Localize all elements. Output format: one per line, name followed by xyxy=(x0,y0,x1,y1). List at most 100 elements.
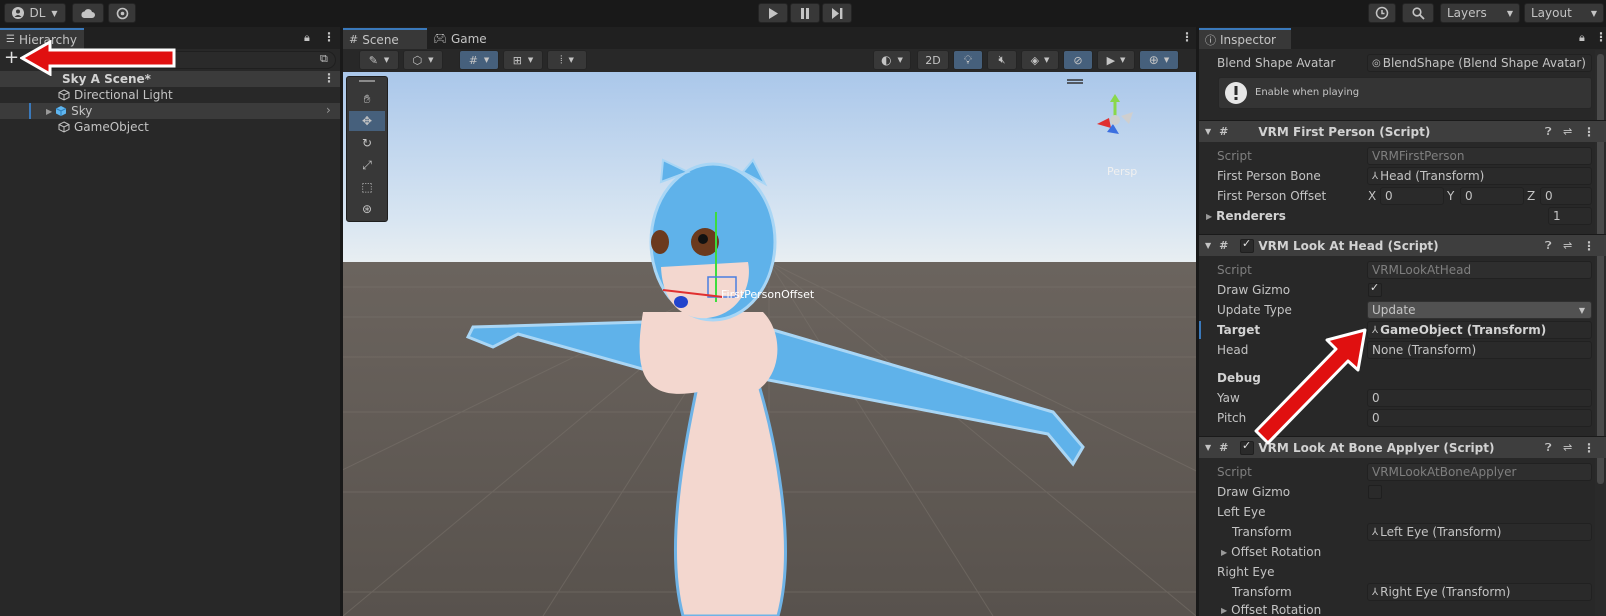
search-button[interactable] xyxy=(1402,3,1434,23)
blend-shape-avatar-field[interactable]: ◎ BlendShape (Blend Shape Avatar) xyxy=(1367,54,1592,72)
pause-button[interactable] xyxy=(790,3,820,23)
expand-arrow-icon[interactable]: ▼ xyxy=(1205,241,1211,250)
expand-arrow-icon[interactable]: ▼ xyxy=(1205,127,1211,136)
help-icon[interactable]: ❓︎ xyxy=(1545,125,1552,139)
render-mode-dropdown[interactable]: ⬡ ▼ xyxy=(403,50,443,70)
more-options-icon[interactable]: ⋮ xyxy=(323,30,335,44)
chevron-right-icon[interactable]: › xyxy=(326,103,331,117)
lock-icon[interactable]: 🔒︎ xyxy=(304,31,310,45)
toggle-2d-button[interactable]: 2D xyxy=(917,50,949,70)
account-button[interactable]: DL ▼ xyxy=(4,3,66,23)
audio-toggle[interactable]: 🔇︎ xyxy=(987,50,1017,70)
layers-dropdown[interactable]: Layers ▼ xyxy=(1440,3,1520,23)
transform-tool-button[interactable]: ⊛ xyxy=(349,199,385,219)
scrollbar-thumb[interactable] xyxy=(1597,54,1604,484)
more-options-icon[interactable]: ⋮ xyxy=(1583,239,1595,253)
history-button[interactable] xyxy=(1368,3,1396,23)
pitch-field[interactable]: 0 xyxy=(1367,409,1592,427)
tab-inspector[interactable]: ⓘ Inspector xyxy=(1199,28,1291,49)
chevron-down-icon: ▼ xyxy=(1590,8,1597,18)
gizmos-dropdown[interactable]: ⊕ ▼ xyxy=(1139,50,1179,70)
expand-arrow-icon[interactable]: ▼ xyxy=(1205,443,1211,452)
effects-dropdown[interactable]: ◈ ▼ xyxy=(1021,50,1059,70)
expand-arrow-icon[interactable]: ▶ xyxy=(46,107,52,116)
renderers-count-field[interactable]: 1 xyxy=(1548,207,1592,225)
ruler-dropdown[interactable]: ⦙ ▼ xyxy=(547,50,587,70)
projection-label[interactable]: Persp xyxy=(1107,165,1137,178)
list-item[interactable]: ▶ Sky › xyxy=(0,103,340,119)
cloud-button[interactable] xyxy=(72,3,104,23)
field-label: Transform xyxy=(1232,585,1292,599)
look-at-head-component-header[interactable]: ▼ # ✓ VRM Look At Head (Script) ❓︎ ⇌ ⋮ xyxy=(1199,234,1606,256)
ruler-icon: ⦙ xyxy=(560,53,563,66)
globe-icon: ⊕ xyxy=(1148,53,1159,67)
list-item[interactable]: Directional Light xyxy=(0,87,340,103)
drag-handle-icon[interactable] xyxy=(359,80,375,82)
preset-icon[interactable]: ⇌ xyxy=(1563,441,1572,454)
lighting-toggle[interactable]: 💡︎ xyxy=(953,50,983,70)
script-field[interactable]: VRMFirstPerson xyxy=(1367,147,1592,165)
selection-indicator xyxy=(29,103,31,119)
visibility-toggle[interactable]: ⊘ xyxy=(1063,50,1093,70)
draw-mode-dropdown[interactable]: ✎ ▼ xyxy=(359,50,399,70)
first-person-bone-field[interactable]: ⅄ Head (Transform) xyxy=(1367,167,1592,185)
rect-icon: ⬚ xyxy=(361,180,373,194)
first-person-component-header[interactable]: ▼ # VRM First Person (Script) ❓︎ ⇌ ⋮ xyxy=(1199,120,1606,142)
list-item[interactable]: GameObject xyxy=(0,119,340,135)
more-options-icon[interactable]: ⋮ xyxy=(1583,441,1595,455)
offset-z-field[interactable]: 0 xyxy=(1540,187,1592,205)
field-value: 0 xyxy=(1465,189,1473,203)
help-icon[interactable]: ❓︎ xyxy=(1545,239,1552,253)
tab-scene[interactable]: # Scene xyxy=(343,28,427,49)
shading-dropdown[interactable]: ◐ ▼ xyxy=(873,50,911,70)
grid-snap-dropdown[interactable]: # ▼ xyxy=(459,50,499,70)
script-field[interactable]: VRMLookAtBoneApplyer xyxy=(1367,463,1592,481)
preset-icon[interactable]: ⇌ xyxy=(1563,125,1572,138)
play-button[interactable] xyxy=(758,3,788,23)
field-label: Yaw xyxy=(1217,391,1240,405)
right-offset-row[interactable]: ▶ Offset Rotation xyxy=(1199,601,1321,616)
yaw-field[interactable]: 0 xyxy=(1367,389,1592,407)
renderers-row[interactable]: ▶ Renderers xyxy=(1199,207,1286,225)
left-offset-row[interactable]: ▶ Offset Rotation xyxy=(1199,543,1321,561)
offset-y-field[interactable]: 0 xyxy=(1460,187,1524,205)
move-tool-button[interactable]: ✥ xyxy=(349,111,385,131)
paint-icon: ✎ xyxy=(368,53,378,67)
lock-icon[interactable]: 🔒︎ xyxy=(1579,31,1585,45)
field-value: None (Transform) xyxy=(1372,343,1477,357)
more-options-icon[interactable]: ⋮ xyxy=(1595,30,1606,44)
expand-arrow-icon[interactable]: ▶ xyxy=(1206,212,1212,221)
layout-dropdown[interactable]: Layout ▼ xyxy=(1524,3,1604,23)
preset-icon[interactable]: ⇌ xyxy=(1563,239,1572,252)
more-options-icon[interactable]: ⋮ xyxy=(1583,125,1595,139)
expand-arrow-icon[interactable]: ▶ xyxy=(1221,606,1227,615)
draw-gizmo-checkbox[interactable] xyxy=(1368,485,1382,499)
script-field[interactable]: VRMLookAtHead xyxy=(1367,261,1592,279)
search-type-icon[interactable]: ⧉ xyxy=(320,52,328,66)
scene-viewport[interactable]: FirstPersonOffset Persp xyxy=(343,72,1196,616)
target-field[interactable]: ⅄ GameObject (Transform) xyxy=(1367,321,1592,339)
tab-game[interactable]: 🎮︎ Game xyxy=(427,28,497,49)
head-field[interactable]: None (Transform) xyxy=(1367,341,1592,359)
rect-tool-button[interactable]: ⬚ xyxy=(349,177,385,197)
update-type-dropdown[interactable]: Update ▼ xyxy=(1367,301,1592,319)
expand-arrow-icon[interactable]: ▶ xyxy=(1221,548,1227,557)
field-label: Pitch xyxy=(1217,411,1247,425)
hand-tool-button[interactable]: ✋︎ xyxy=(349,89,385,109)
more-options-icon[interactable]: ⋮ xyxy=(323,71,335,85)
collab-button[interactable] xyxy=(108,3,136,23)
camera-icon: ▶ xyxy=(1106,53,1116,67)
right-eye-transform-field[interactable]: ⅄ Right Eye (Transform) xyxy=(1367,583,1592,601)
add-icon[interactable]: + xyxy=(4,47,19,68)
scale-tool-button[interactable]: ⤢ xyxy=(349,155,385,175)
first-person-bone-row: First Person Bone xyxy=(1199,167,1321,185)
step-button[interactable] xyxy=(822,3,852,23)
snap-increment-dropdown[interactable]: ⊞ ▼ xyxy=(503,50,543,70)
camera-dropdown[interactable]: ▶ ▼ xyxy=(1097,50,1135,70)
more-options-icon[interactable]: ⋮ xyxy=(1181,30,1193,44)
info-icon: ⓘ xyxy=(1205,33,1216,47)
rotate-tool-button[interactable]: ↻ xyxy=(349,133,385,153)
help-icon[interactable]: ❓︎ xyxy=(1545,441,1552,455)
offset-x-field[interactable]: 0 xyxy=(1380,187,1444,205)
left-eye-transform-field[interactable]: ⅄ Left Eye (Transform) xyxy=(1367,523,1592,541)
